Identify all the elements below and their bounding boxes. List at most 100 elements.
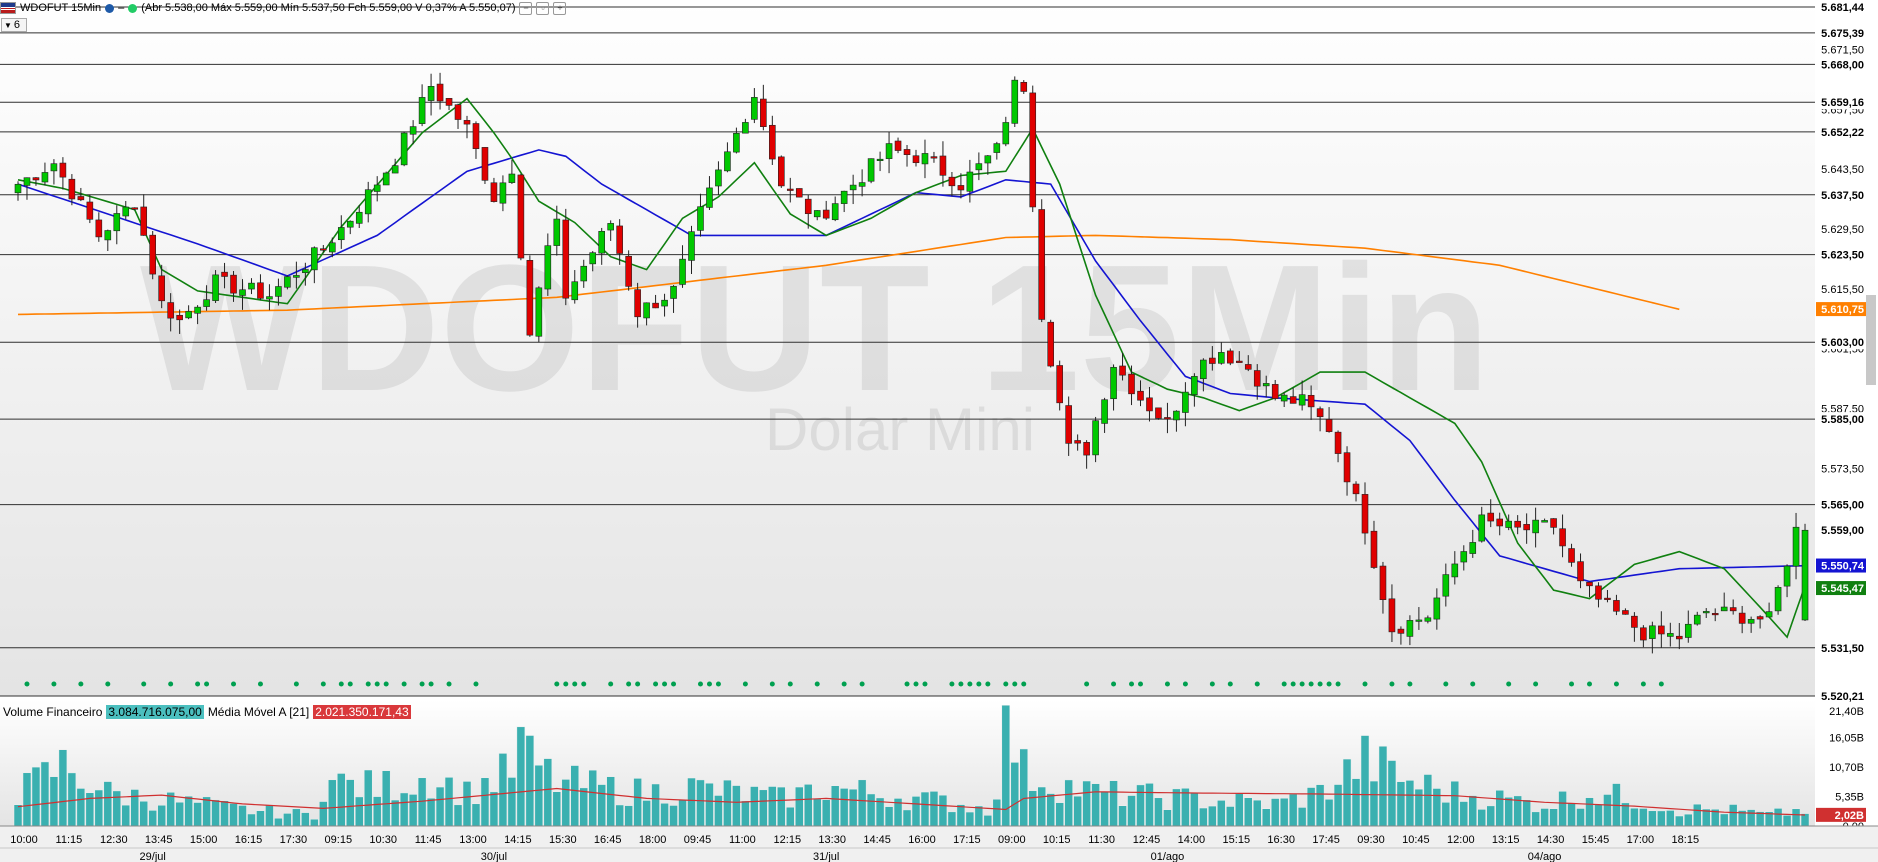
signal-dot xyxy=(51,681,57,687)
volume-bar xyxy=(175,801,184,827)
candle-body xyxy=(1640,627,1647,641)
symbol-label[interactable]: WDOFUT 15Min xyxy=(20,2,101,14)
candle-body xyxy=(993,143,1001,153)
candle-body xyxy=(68,178,76,200)
indicator-dropdown[interactable]: ▼ 6 xyxy=(1,18,27,32)
candle-body xyxy=(1478,514,1486,542)
signal-dot xyxy=(1470,681,1476,687)
candle-body xyxy=(1684,623,1692,638)
signal-dot xyxy=(347,681,353,687)
current-value-label: 5.550,74 xyxy=(1821,561,1865,573)
volume-bar xyxy=(292,808,301,827)
candle-body xyxy=(212,274,219,301)
volume-bar xyxy=(283,813,292,827)
chart-window: { "header": { "symbol": "WDOFUT 15Min", … xyxy=(0,0,1878,862)
candle-body xyxy=(275,286,282,297)
volume-bar xyxy=(1145,783,1154,827)
volume-bar xyxy=(1360,735,1370,827)
volume-bar xyxy=(363,769,373,827)
candle-body xyxy=(1595,585,1602,600)
volume-bar xyxy=(1746,809,1756,827)
candle-body xyxy=(634,289,641,318)
price-chart[interactable]: WDOFUT 15Min Dolar Mini 5.671,50 5.643,50… xyxy=(0,0,1878,862)
volume-bar xyxy=(1073,795,1082,827)
signal-dot xyxy=(1613,681,1619,687)
candle-body xyxy=(77,196,85,201)
candle-body xyxy=(1792,526,1800,567)
candle-body xyxy=(1235,360,1243,363)
candle-body xyxy=(1658,625,1665,635)
volume-bar xyxy=(642,800,651,827)
candle-body xyxy=(1271,384,1279,399)
candle xyxy=(1011,76,1019,127)
volume-bar xyxy=(76,788,86,827)
price-scale-scrollbar[interactable] xyxy=(1866,295,1876,385)
volume-bar xyxy=(1037,786,1046,827)
volume-bar xyxy=(543,758,553,827)
price-tick-label: 5.643,50 xyxy=(1821,164,1864,176)
time-tick-label: 09:45 xyxy=(684,834,712,846)
candle-body xyxy=(230,274,237,294)
candle-body xyxy=(652,302,659,309)
signal-dot xyxy=(697,681,703,687)
volume-bar xyxy=(1064,779,1073,827)
candle-body xyxy=(598,230,606,254)
volume-bar xyxy=(696,779,705,827)
price-level-label: 5.652,22 xyxy=(1821,127,1864,139)
signal-dot xyxy=(662,681,668,687)
volume-bar xyxy=(1531,811,1540,827)
volume-bar xyxy=(139,800,148,827)
signal-dot xyxy=(1533,681,1539,687)
candle-body xyxy=(409,126,417,135)
volume-bar xyxy=(534,764,544,827)
time-tick-label: 15:15 xyxy=(1223,834,1251,846)
candle-body xyxy=(697,206,704,231)
signal-dot xyxy=(904,681,910,687)
price-tick-label: 5.671,50 xyxy=(1821,44,1864,56)
candle-body xyxy=(481,147,489,181)
volume-bar xyxy=(848,788,858,827)
candle-body xyxy=(849,184,857,191)
price-tick-label: 5.615,50 xyxy=(1821,284,1864,296)
signal-dot xyxy=(1587,681,1592,687)
candle-body xyxy=(688,231,695,261)
time-tick-label: 13:00 xyxy=(459,834,487,846)
candle-body xyxy=(1496,518,1503,527)
minimize-pane-button[interactable]: − xyxy=(519,1,533,15)
signal-dot xyxy=(581,681,587,687)
volume-bar xyxy=(1773,808,1783,827)
volume-bar xyxy=(256,810,265,827)
restore-pane-button[interactable]: ▫ xyxy=(536,1,550,15)
volume-legend: Volume Financeiro 3.084.716.075,00 Média… xyxy=(3,705,411,719)
volume-bar xyxy=(615,804,624,827)
signal-dot xyxy=(1407,681,1413,687)
time-tick-label: 09:15 xyxy=(325,834,353,846)
signal-dot xyxy=(195,681,201,687)
candle xyxy=(382,171,390,186)
candle-body xyxy=(769,124,776,160)
volume-bar xyxy=(1019,748,1029,827)
candle-body xyxy=(1541,520,1548,523)
volume-bar xyxy=(1585,797,1594,827)
volume-bar xyxy=(1333,784,1343,827)
volume-bar xyxy=(741,800,750,827)
volume-bar xyxy=(552,791,562,827)
signal-dot xyxy=(985,681,991,687)
signal-dot xyxy=(742,681,748,687)
price-level-label: 5.585,00 xyxy=(1821,414,1864,426)
signal-dot xyxy=(1164,681,1170,687)
time-tick-label: 14:15 xyxy=(504,834,532,846)
price-level-label: 5.675,39 xyxy=(1821,28,1864,40)
candle-body xyxy=(616,225,623,254)
add-pane-button[interactable]: + xyxy=(553,1,567,15)
volume-bar xyxy=(714,795,723,827)
candle-body xyxy=(580,265,588,282)
candle-body xyxy=(1568,548,1575,563)
minus-icon: – xyxy=(118,2,125,14)
candle-body xyxy=(1550,518,1557,528)
signal-dot xyxy=(168,681,174,687)
price-tick-label: 5.629,50 xyxy=(1821,224,1864,236)
volume-bar xyxy=(337,773,346,827)
candle-body xyxy=(221,271,228,277)
signal-dot xyxy=(1012,681,1018,687)
